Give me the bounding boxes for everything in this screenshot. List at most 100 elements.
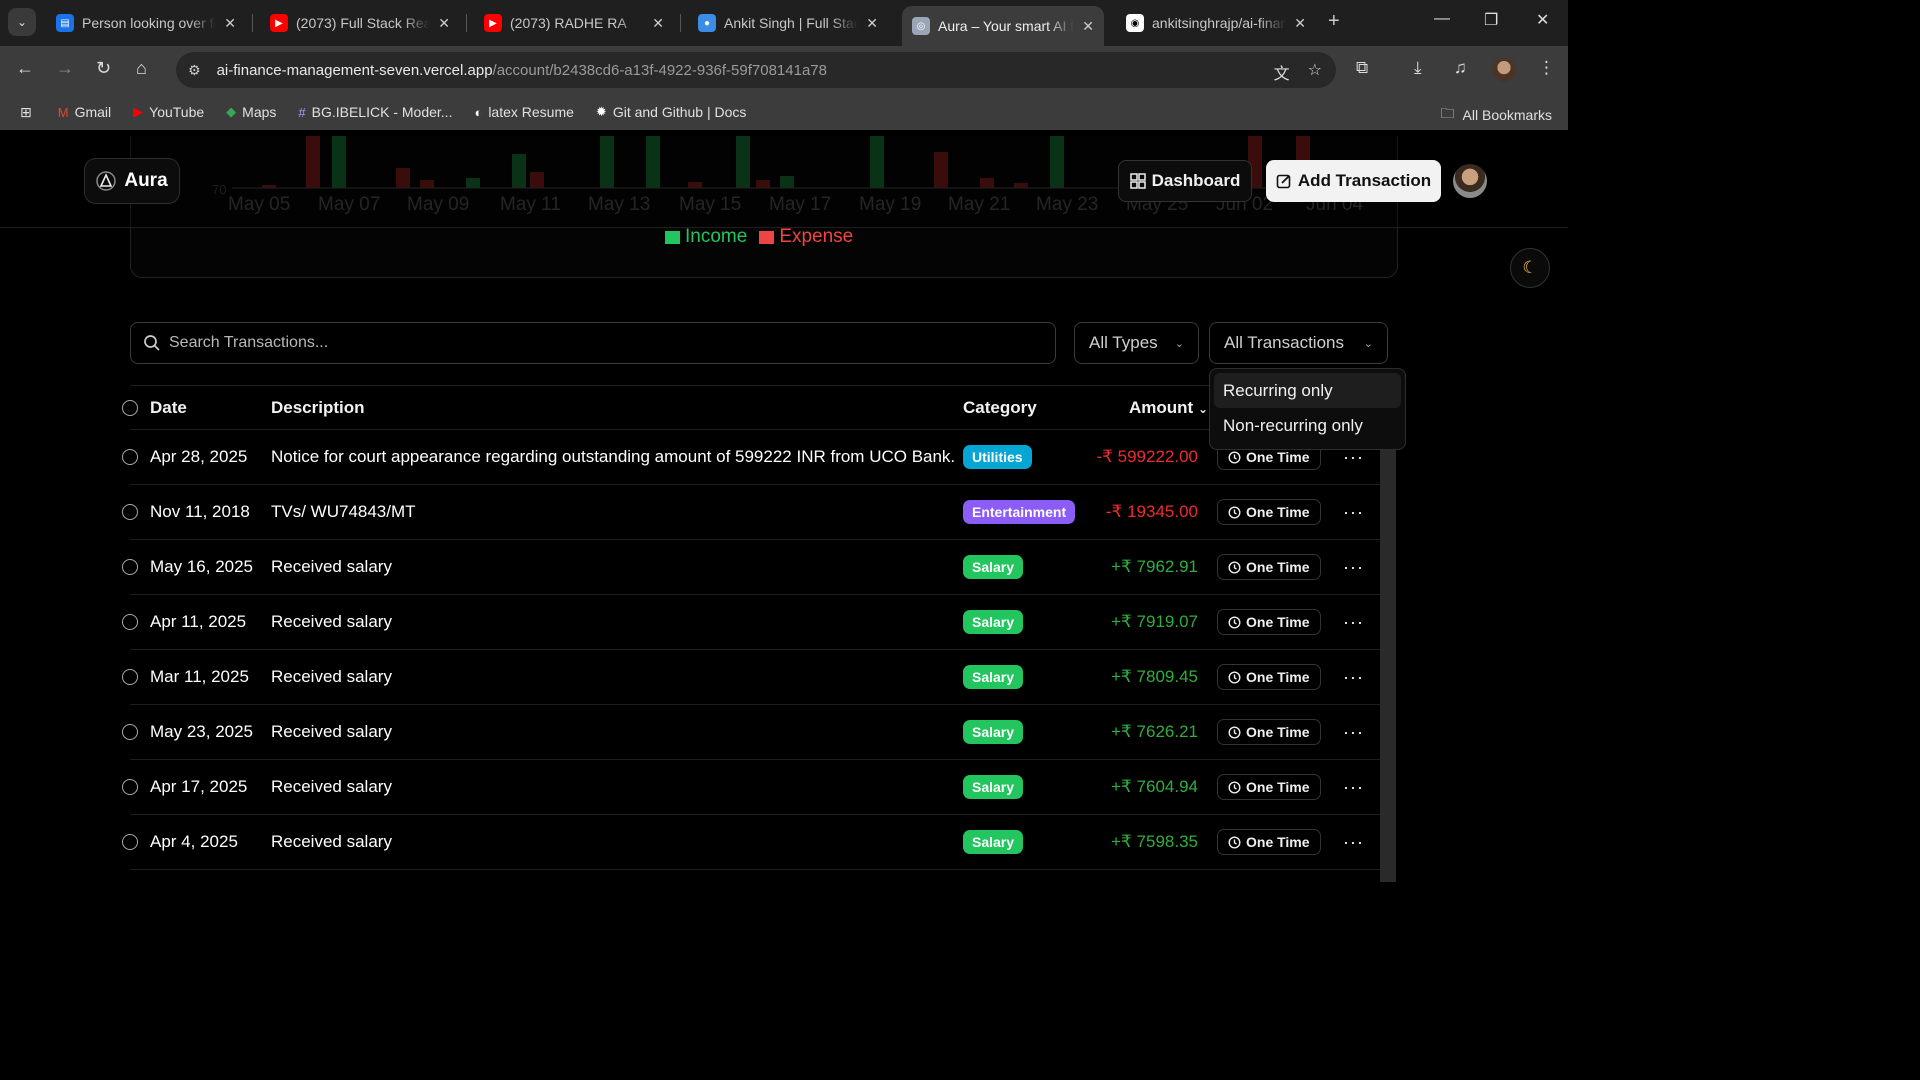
- browser-tab[interactable]: ▶ (2073) RADHE RA ✕: [474, 6, 674, 40]
- browser-tab[interactable]: ◎ Aura – Your smart AI fi ✕: [902, 6, 1104, 46]
- search-bar[interactable]: [130, 322, 1056, 364]
- table-row[interactable]: Apr 28, 2025 Notice for court appearance …: [122, 430, 1380, 485]
- row-checkbox[interactable]: [122, 614, 138, 630]
- recurring-badge: One Time: [1217, 774, 1321, 800]
- tab-close-icon[interactable]: ✕: [224, 15, 236, 32]
- close-window-icon[interactable]: ✕: [1536, 10, 1549, 30]
- clock-icon: [1228, 780, 1241, 794]
- theme-toggle-moon-icon[interactable]: ☾: [1510, 248, 1550, 288]
- row-checkbox[interactable]: [122, 834, 138, 850]
- type-filter-select[interactable]: All Types ⌄: [1074, 322, 1199, 364]
- url-text[interactable]: ai-finance-management-seven.vercel.app/a…: [217, 62, 827, 79]
- header-description[interactable]: Description: [271, 398, 365, 418]
- recurring-badge: One Time: [1217, 499, 1321, 525]
- header-category[interactable]: Category: [963, 398, 1037, 418]
- bookmark-label: Maps: [242, 104, 277, 120]
- user-avatar[interactable]: [1453, 164, 1487, 198]
- browser-tab[interactable]: ◉ ankitsinghrajp/ai-finar ✕: [1116, 6, 1316, 40]
- all-bookmarks[interactable]: 🗀 All Bookmarks: [1441, 103, 1552, 127]
- apps-icon[interactable]: ⊞: [20, 104, 32, 121]
- legend-item-expense[interactable]: Expense: [759, 226, 853, 248]
- browser-tab[interactable]: ▶ (2073) Full Stack React ✕: [260, 6, 460, 40]
- row-actions-more-icon[interactable]: ···: [1343, 832, 1364, 853]
- media-controls-icon[interactable]: ♫: [1454, 58, 1467, 78]
- row-amount: +₹ 7809.45: [1111, 667, 1198, 686]
- bookmark-item[interactable]: # BG.IBELICK - Moder...: [298, 104, 452, 120]
- recurring-badge: One Time: [1217, 829, 1321, 855]
- table-scrollbar[interactable]: [1380, 449, 1396, 882]
- aura-logo-icon: [96, 171, 117, 191]
- row-actions-more-icon[interactable]: ···: [1343, 667, 1364, 688]
- table-row[interactable]: May 23, 2025 Received salary Salary +₹ 7626…: [122, 705, 1380, 760]
- minimize-icon[interactable]: —: [1434, 10, 1450, 28]
- table-row[interactable]: Mar 11, 2025 Received salary Salary +₹ 7809…: [122, 650, 1380, 705]
- dashboard-button[interactable]: Dashboard: [1118, 160, 1252, 202]
- table-row[interactable]: Apr 11, 2025 Received salary Salary +₹ 7919…: [122, 595, 1380, 650]
- clock-icon: [1228, 505, 1241, 519]
- row-checkbox[interactable]: [122, 504, 138, 520]
- tab-separator: [680, 14, 681, 32]
- table-row[interactable]: Apr 4, 2025 Received salary Salary +₹ 7598.…: [122, 815, 1380, 870]
- row-date: May 16, 2025: [150, 557, 254, 576]
- back-icon[interactable]: ←: [16, 58, 34, 79]
- row-checkbox[interactable]: [122, 779, 138, 795]
- legend-item-income[interactable]: Income: [665, 226, 747, 248]
- reload-icon[interactable]: ↻: [96, 58, 111, 79]
- forward-icon[interactable]: →: [56, 58, 74, 79]
- table-row[interactable]: May 16, 2025 Received salary Salary +₹ 7962…: [122, 540, 1380, 595]
- select-all-checkbox[interactable]: [122, 399, 138, 416]
- tab-close-icon[interactable]: ✕: [438, 15, 450, 32]
- row-description: TVs/ WU74843/MT: [271, 502, 416, 521]
- tab-title: ankitsinghrajp/ai-finar: [1152, 15, 1286, 31]
- restore-icon[interactable]: ❐: [1484, 10, 1498, 30]
- tab-search-button[interactable]: ⌄: [8, 8, 36, 36]
- bookmark-item[interactable]: ◆ Maps: [226, 104, 276, 120]
- add-transaction-button[interactable]: Add Transaction: [1266, 160, 1441, 202]
- row-date: Apr 11, 2025: [150, 612, 247, 631]
- tab-close-icon[interactable]: ✕: [1082, 18, 1094, 35]
- bookmark-item[interactable]: ✹ Git and Github | Docs: [596, 104, 747, 120]
- address-bar[interactable]: ⚙ ai-finance-management-seven.vercel.app…: [176, 52, 1336, 88]
- tab-close-icon[interactable]: ✕: [866, 15, 878, 32]
- browser-tab[interactable]: ▤ Person looking over fi ✕: [46, 6, 246, 40]
- profile-avatar[interactable]: [1492, 58, 1516, 82]
- row-date: Mar 11, 2025: [150, 667, 249, 686]
- bookmark-item[interactable]: ◐ latex Resume: [474, 104, 573, 120]
- home-icon[interactable]: ⌂: [136, 58, 147, 79]
- tab-title: Aura – Your smart AI fi: [938, 18, 1075, 34]
- search-input[interactable]: [169, 334, 1029, 352]
- bookmark-star-icon[interactable]: ☆: [1308, 60, 1322, 84]
- header-amount[interactable]: Amount ⌄: [1129, 398, 1208, 418]
- row-checkbox[interactable]: [122, 669, 138, 685]
- bookmark-item[interactable]: ▶ YouTube: [133, 104, 204, 120]
- browser-tab[interactable]: ● Ankit Singh | Full Stack ✕: [688, 6, 888, 40]
- header-date[interactable]: Date: [150, 398, 187, 418]
- row-description: Notice for court appearance regarding ou…: [271, 447, 956, 466]
- row-actions-more-icon[interactable]: ···: [1343, 612, 1364, 633]
- site-info-icon[interactable]: ⚙: [188, 62, 201, 79]
- row-actions-more-icon[interactable]: ···: [1343, 722, 1364, 743]
- clock-icon: [1228, 560, 1241, 574]
- row-checkbox[interactable]: [122, 559, 138, 575]
- table-row[interactable]: Nov 11, 2018 TVs/ WU74843/MT Entertainment…: [122, 485, 1380, 540]
- recurring-filter-select[interactable]: All Transactions ⌄: [1209, 322, 1388, 364]
- logo-button[interactable]: Aura: [84, 158, 180, 204]
- translate-icon[interactable]: 文: [1274, 60, 1290, 84]
- transactions-table: Date Description Category Amount ⌄ Apr 2…: [122, 385, 1380, 870]
- row-checkbox[interactable]: [122, 449, 138, 465]
- option-recurring-only[interactable]: Recurring only: [1214, 373, 1401, 408]
- bookmark-item[interactable]: M Gmail: [58, 104, 111, 120]
- row-checkbox[interactable]: [122, 724, 138, 740]
- extensions-icon[interactable]: ⧉: [1356, 58, 1368, 78]
- downloads-icon[interactable]: ⤓: [1414, 58, 1422, 78]
- tab-close-icon[interactable]: ✕: [1294, 15, 1306, 32]
- clock-icon: [1228, 835, 1241, 849]
- new-tab-button[interactable]: +: [1328, 10, 1340, 33]
- table-row[interactable]: Apr 17, 2025 Received salary Salary +₹ 7604…: [122, 760, 1380, 815]
- option-non-recurring-only[interactable]: Non-recurring only: [1214, 408, 1401, 443]
- tab-close-icon[interactable]: ✕: [652, 15, 664, 32]
- row-actions-more-icon[interactable]: ···: [1343, 777, 1364, 798]
- row-actions-more-icon[interactable]: ···: [1343, 557, 1364, 578]
- row-actions-more-icon[interactable]: ···: [1343, 502, 1364, 523]
- browser-menu-icon[interactable]: ⋮: [1538, 58, 1555, 78]
